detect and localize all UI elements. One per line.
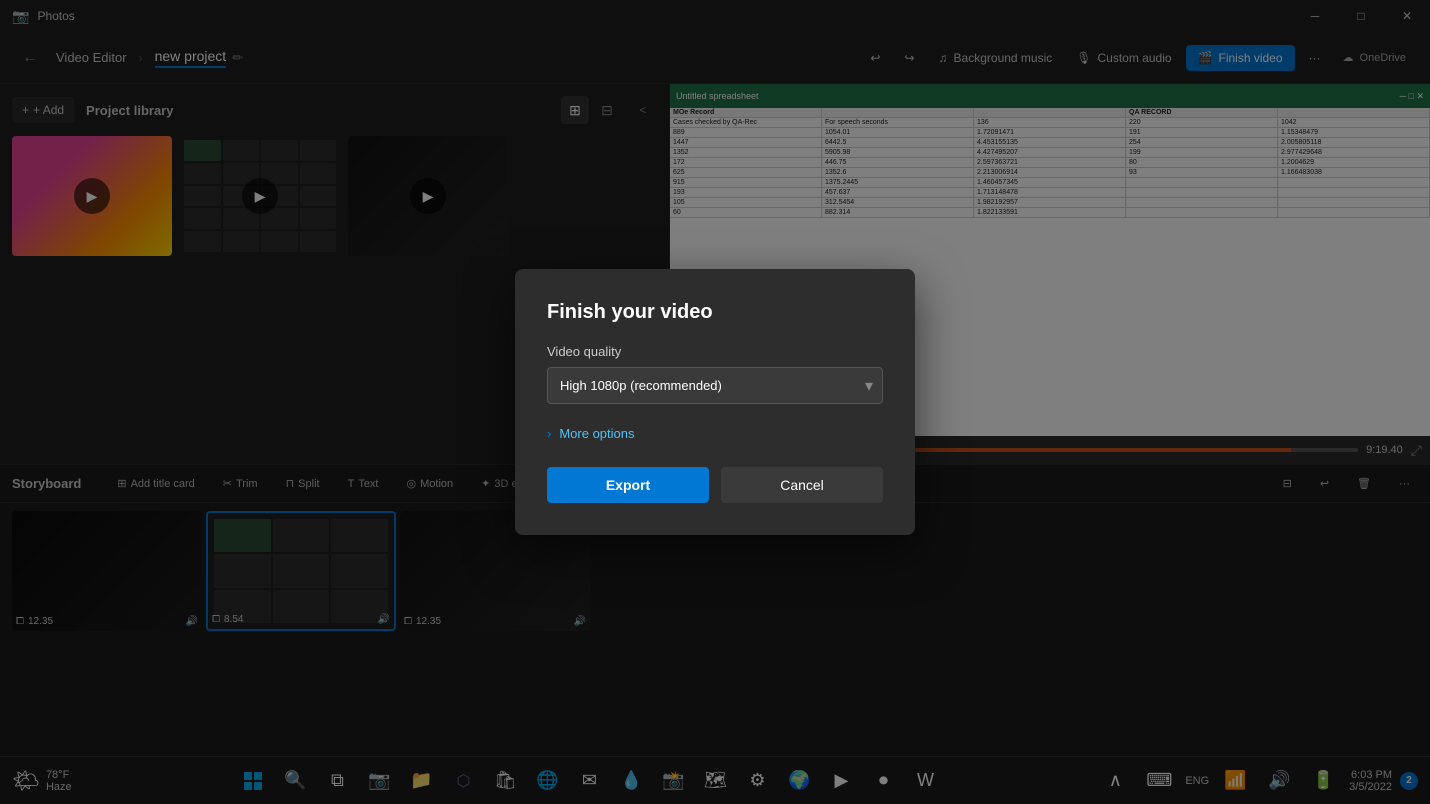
modal-actions: Export Cancel bbox=[547, 467, 883, 503]
export-button[interactable]: Export bbox=[547, 467, 709, 503]
chevron-right-icon: › bbox=[547, 426, 551, 441]
cancel-button[interactable]: Cancel bbox=[721, 467, 883, 503]
more-options-toggle[interactable]: › More options bbox=[547, 420, 883, 447]
modal-title: Finish your video bbox=[547, 301, 883, 324]
quality-select[interactable]: High 1080p (recommended) Medium 720p Low… bbox=[547, 367, 883, 404]
more-options-label: More options bbox=[559, 426, 634, 441]
quality-select-wrapper: High 1080p (recommended) Medium 720p Low… bbox=[547, 367, 883, 404]
finish-video-modal: Finish your video Video quality High 108… bbox=[515, 269, 915, 535]
quality-label: Video quality bbox=[547, 344, 883, 359]
modal-overlay[interactable]: Finish your video Video quality High 108… bbox=[0, 0, 1430, 804]
